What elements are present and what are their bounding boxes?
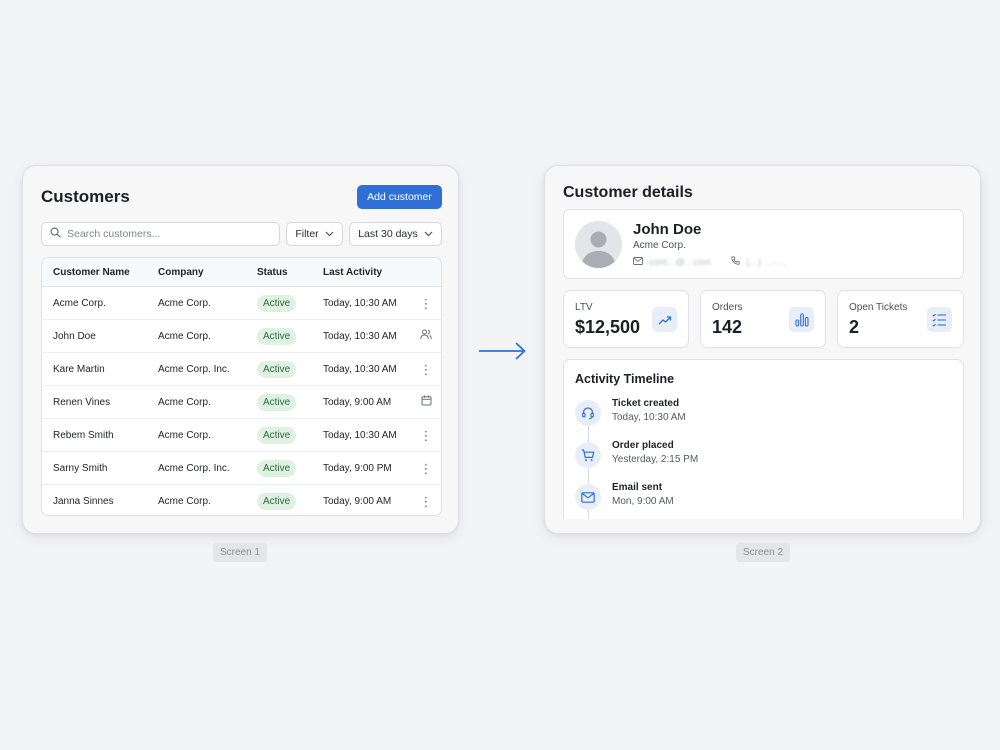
stat-card-orders: Orders 142: [700, 290, 826, 348]
company-cell: Acme Corp.: [158, 297, 211, 309]
search-input[interactable]: [67, 228, 267, 240]
timeline-event: Ticket created: [612, 398, 680, 409]
mail-icon: [575, 484, 601, 510]
customer-details-screen: Customer details John Doe Acme Corp. con…: [544, 165, 981, 534]
customers-table: Customer Name Company Status Last Activi…: [41, 257, 442, 516]
mail-icon: [633, 256, 643, 267]
stat-card-open-tickets: Open Tickets 2: [837, 290, 964, 348]
page-title: Customers: [41, 187, 130, 206]
date-range-dropdown[interactable]: Last 30 days: [349, 222, 442, 246]
table-row[interactable]: Rebem Smith Acme Corp. Active Today, 10:…: [42, 419, 441, 452]
more-vertical-icon[interactable]: ⋮: [420, 297, 433, 310]
column-header-name[interactable]: Customer Name: [42, 267, 147, 278]
status-badge: Active: [257, 493, 297, 510]
customer-name-cell: Rebem Smith: [53, 429, 114, 441]
status-badge: Active: [257, 426, 297, 444]
stat-value: $12,500: [575, 317, 641, 337]
add-customer-button[interactable]: Add customer: [357, 185, 442, 209]
headset-icon: [575, 400, 601, 426]
timeline-title: Activity Timeline: [575, 372, 675, 386]
last-activity-cell: Today, 10:30 AM: [323, 363, 397, 375]
activity-timeline: Activity Timeline Ticket created Today, …: [563, 359, 964, 519]
stat-label: Open Tickets: [849, 302, 908, 313]
filter-dropdown[interactable]: Filter: [286, 222, 343, 246]
calendar-icon[interactable]: [421, 395, 432, 409]
more-vertical-icon[interactable]: ⋮: [420, 363, 433, 376]
phone-icon: [731, 256, 741, 267]
stat-value: 142: [712, 317, 743, 337]
page-title: Customer details: [563, 184, 693, 201]
customers-screen: Customers Add customer Filter Last 30 da…: [22, 165, 459, 534]
timeline-time: Yesterday, 2:15 PM: [612, 454, 699, 465]
company-cell: Acme Corp. Inc.: [158, 462, 230, 474]
timeline-time: Today, 10:30 AM: [612, 412, 686, 423]
users-icon[interactable]: [420, 329, 432, 343]
timeline-time: Mon, 9:00 AM: [612, 496, 674, 507]
checklist-icon: [927, 307, 952, 332]
chevron-down-icon: [325, 228, 334, 240]
table-row[interactable]: John Doe Acme Corp. Active Today, 10:30 …: [42, 320, 441, 353]
customer-name-cell: Sarny Smith: [53, 462, 108, 474]
status-badge: Active: [257, 459, 297, 477]
date-range-label: Last 30 days: [358, 228, 418, 240]
column-header-status[interactable]: Status: [246, 267, 312, 278]
column-header-company[interactable]: Company: [147, 267, 246, 278]
customer-name: John Doe: [633, 221, 702, 238]
last-activity-cell: Today, 9:00 AM: [323, 396, 392, 408]
customer-name-cell: Janna Sinnes: [53, 496, 114, 507]
last-activity-cell: Today, 10:30 AM: [323, 330, 397, 342]
flow-arrow-icon: [478, 340, 528, 367]
table-row[interactable]: Sarny Smith Acme Corp. Inc. Active Today…: [42, 452, 441, 485]
avatar: [575, 221, 622, 268]
more-vertical-icon[interactable]: ⋮: [420, 462, 433, 475]
status-badge: Active: [257, 393, 297, 411]
company-cell: Acme Corp.: [158, 330, 211, 342]
table-row[interactable]: Renen Vines Acme Corp. Active Today, 9:0…: [42, 386, 441, 419]
timeline-event: Email sent: [612, 482, 663, 493]
more-vertical-icon[interactable]: ⋮: [420, 429, 433, 442]
cart-icon: [575, 442, 601, 468]
trending-up-icon: [652, 307, 677, 332]
stat-card-ltv: LTV $12,500: [563, 290, 689, 348]
email-value[interactable]: cont...@...com: [649, 257, 711, 267]
screen-1-caption: Screen 1: [213, 543, 267, 562]
bar-chart-icon: [789, 307, 814, 332]
last-activity-cell: Today, 9:00 AM: [323, 496, 392, 507]
customer-name-cell: John Doe: [53, 330, 96, 342]
status-badge: Active: [257, 327, 297, 345]
stat-value: 2: [849, 317, 860, 337]
phone-value[interactable]: (...) ...-....: [746, 257, 787, 267]
status-badge: Active: [257, 294, 297, 312]
customer-name-cell: Renen Vines: [53, 396, 111, 408]
chevron-down-icon: [424, 228, 433, 240]
contact-info: cont...@...com (...) ...-....: [633, 256, 787, 267]
stat-label: LTV: [575, 302, 593, 313]
more-vertical-icon[interactable]: ⋮: [420, 495, 433, 508]
table-row[interactable]: Kare Martin Acme Corp. Inc. Active Today…: [42, 353, 441, 386]
search-icon: [50, 225, 61, 243]
last-activity-cell: Today, 9:00 PM: [323, 462, 392, 474]
last-activity-cell: Today, 10:30 AM: [323, 297, 397, 309]
column-header-last-activity[interactable]: Last Activity: [312, 267, 411, 278]
customer-company: Acme Corp.: [633, 240, 686, 251]
screen-2-caption: Screen 2: [736, 543, 790, 562]
table-header: Customer Name Company Status Last Activi…: [42, 258, 441, 287]
filter-label: Filter: [295, 228, 319, 240]
company-cell: Acme Corp.: [158, 396, 211, 408]
company-cell: Acme Corp.: [158, 429, 211, 441]
timeline-event: Order placed: [612, 440, 674, 451]
last-activity-cell: Today, 10:30 AM: [323, 429, 397, 441]
customer-name-cell: Kare Martin: [53, 363, 105, 375]
profile-card: John Doe Acme Corp. cont...@...com (...)…: [563, 209, 964, 279]
company-cell: Acme Corp. Inc.: [158, 363, 230, 375]
table-row[interactable]: Acme Corp. Acme Corp. Active Today, 10:3…: [42, 287, 441, 320]
table-row[interactable]: Janna Sinnes Acme Corp. Active Today, 9:…: [42, 485, 441, 515]
customer-name-cell: Acme Corp.: [53, 297, 106, 309]
company-cell: Acme Corp.: [158, 496, 211, 507]
stat-label: Orders: [712, 302, 743, 313]
status-badge: Active: [257, 360, 297, 378]
search-box[interactable]: [41, 222, 280, 246]
